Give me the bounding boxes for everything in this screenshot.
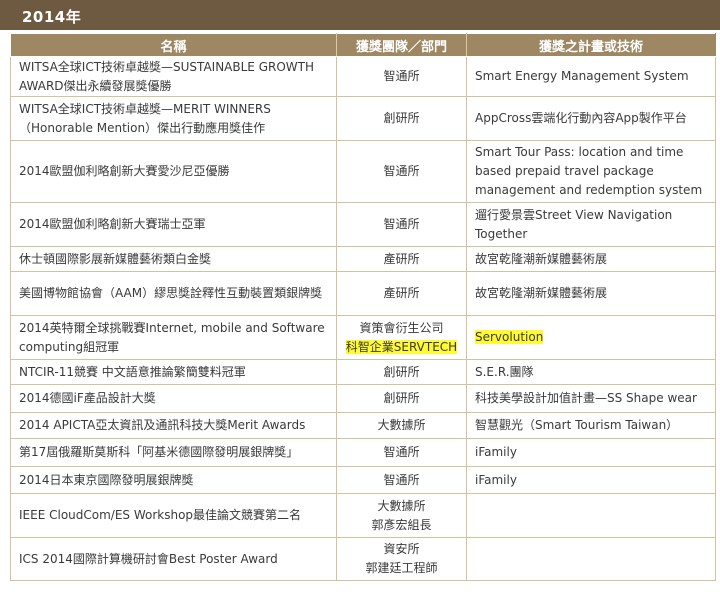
- unit-line: 智通所: [383, 217, 420, 231]
- award-name: 2014日本東京國際發明展銀牌獎: [10, 466, 337, 494]
- table-row: 美國博物館協會（AAM）繆思獎詮釋性互動裝置類銀牌獎 產研所 故宮乾隆潮新媒體藝…: [10, 271, 716, 316]
- award-tech: iFamily: [466, 438, 716, 467]
- unit-line: 資策會衍生公司: [359, 320, 444, 335]
- unit-line: 資安所: [383, 542, 420, 556]
- award-name: 2014德國iF產品設計大獎: [10, 384, 337, 413]
- award-tech: 智慧觀光（Smart Tourism Taiwan）: [466, 412, 716, 439]
- award-name: 2014英特爾全球挑戰賽Internet, mobile and Softwar…: [10, 315, 337, 360]
- table-row: WITSA全球ICT技術卓越獎—SUSTAINABLE GROWTH AWARD…: [10, 56, 716, 97]
- award-unit: 創研所: [336, 96, 467, 141]
- table-header-row: 名稱 獲獎團隊／部門 獲獎之計畫或技術: [10, 33, 716, 57]
- table-row: 第17屆俄羅斯莫斯科「阿基米德國際發明展銀牌獎」 智通所 iFamily: [10, 438, 716, 467]
- award-name: NTCIR-11競賽 中文語意推論繁簡雙料冠軍: [10, 359, 337, 385]
- unit-line: 智通所: [383, 445, 420, 459]
- unit-line: 產研所: [383, 286, 420, 300]
- highlighted-unit-line: 科智企業SERVTECH: [345, 339, 458, 354]
- award-unit: 創研所: [336, 359, 467, 385]
- table-row: IEEE CloudCom/ES Workshop最佳論文競賽第二名 大數據所 …: [10, 493, 716, 538]
- table-row: 2014 APICTA亞太資訊及通訊科技大獎Merit Awards 大數據所 …: [10, 412, 716, 439]
- unit-line: 智通所: [383, 472, 420, 487]
- award-name: 2014歐盟伽利略創新大賽愛沙尼亞優勝: [10, 140, 337, 203]
- award-name: 美國博物館協會（AAM）繆思獎詮釋性互動裝置類銀牌獎: [10, 271, 337, 316]
- award-unit: 資策會衍生公司 科智企業SERVTECH: [336, 315, 467, 360]
- unit-line: 智通所: [383, 164, 420, 178]
- table-row: 2014日本東京國際發明展銀牌獎 智通所 iFamily: [10, 466, 716, 494]
- award-tech: [466, 537, 716, 581]
- award-name: IEEE CloudCom/ES Workshop最佳論文競賽第二名: [10, 493, 337, 538]
- column-header-name: 名稱: [10, 33, 337, 57]
- award-name: WITSA全球ICT技術卓越獎—MERIT WINNERS（Honorable …: [10, 96, 337, 141]
- award-tech: AppCross雲端化行動內容App製作平台: [466, 96, 716, 141]
- unit-line: 創研所: [383, 391, 420, 405]
- award-unit: 智通所: [336, 202, 467, 247]
- award-tech: 科技美學設計加值計畫—SS Shape wear: [466, 384, 716, 413]
- award-name: 第17屆俄羅斯莫斯科「阿基米德國際發明展銀牌獎」: [10, 438, 337, 467]
- table-row: 休士頓國際影展新媒體藝術類白金獎 產研所 故宮乾隆潮新媒體藝術展: [10, 246, 716, 272]
- unit-line: 創研所: [383, 111, 420, 125]
- unit-line: 產研所: [383, 251, 420, 266]
- award-tech: Servolution: [466, 315, 716, 360]
- unit-line: 大數據所: [377, 498, 426, 513]
- award-unit: 產研所: [336, 246, 467, 272]
- unit-line: 創研所: [383, 364, 420, 379]
- highlighted-tech: Servolution: [475, 330, 544, 344]
- award-tech: Smart Tour Pass: location and time based…: [466, 140, 716, 203]
- table-row: NTCIR-11競賽 中文語意推論繁簡雙料冠軍 創研所 S.E.R.團隊: [10, 359, 716, 385]
- award-tech: 故宮乾隆潮新媒體藝術展: [466, 246, 716, 272]
- award-tech: S.E.R.團隊: [466, 359, 716, 385]
- table-row: 2014英特爾全球挑戰賽Internet, mobile and Softwar…: [10, 315, 716, 360]
- award-tech: iFamily: [466, 466, 716, 494]
- table-row: 2014歐盟伽利略創新大賽愛沙尼亞優勝 智通所 Smart Tour Pass:…: [10, 140, 716, 203]
- table-row: ICS 2014國際計算機研討會Best Poster Award 資安所 郭建…: [10, 537, 716, 581]
- year-header-bar: 2014年: [0, 0, 720, 30]
- award-tech: Smart Energy Management System: [466, 56, 716, 97]
- award-unit: 大數據所 郭彥宏組長: [336, 493, 467, 538]
- award-unit: 智通所: [336, 466, 467, 494]
- award-unit: 智通所: [336, 140, 467, 203]
- column-header-unit: 獲獎團隊／部門: [336, 33, 467, 57]
- unit-line: 郭建廷工程師: [365, 561, 438, 575]
- award-unit: 資安所 郭建廷工程師: [336, 537, 467, 581]
- year-title: 2014年: [22, 8, 82, 26]
- award-name: 休士頓國際影展新媒體藝術類白金獎: [10, 246, 337, 272]
- award-name: ICS 2014國際計算機研討會Best Poster Award: [10, 537, 337, 581]
- unit-line: 郭彥宏組長: [371, 517, 432, 532]
- award-name: 2014歐盟伽利略創新大賽瑞士亞軍: [10, 202, 337, 247]
- table-row: 2014德國iF產品設計大獎 創研所 科技美學設計加值計畫—SS Shape w…: [10, 384, 716, 413]
- award-unit: 智通所: [336, 56, 467, 97]
- award-name: WITSA全球ICT技術卓越獎—SUSTAINABLE GROWTH AWARD…: [10, 56, 337, 97]
- awards-table: 名稱 獲獎團隊／部門 獲獎之計畫或技術 WITSA全球ICT技術卓越獎—SUST…: [10, 33, 716, 581]
- award-tech: 遛行愛景雲Street View Navigation Together: [466, 202, 716, 247]
- award-tech: 故宮乾隆潮新媒體藝術展: [466, 271, 716, 316]
- table-row: 2014歐盟伽利略創新大賽瑞士亞軍 智通所 遛行愛景雲Street View N…: [10, 202, 716, 247]
- award-unit: 大數據所: [336, 412, 467, 439]
- award-unit: 創研所: [336, 384, 467, 413]
- table-row: WITSA全球ICT技術卓越獎—MERIT WINNERS（Honorable …: [10, 96, 716, 141]
- unit-line: 大數據所: [377, 418, 426, 432]
- column-header-tech: 獲獎之計畫或技術: [466, 33, 716, 57]
- award-unit: 產研所: [336, 271, 467, 316]
- unit-line: 智通所: [383, 69, 420, 83]
- award-name: 2014 APICTA亞太資訊及通訊科技大獎Merit Awards: [10, 412, 337, 439]
- award-unit: 智通所: [336, 438, 467, 467]
- award-tech: [466, 493, 716, 538]
